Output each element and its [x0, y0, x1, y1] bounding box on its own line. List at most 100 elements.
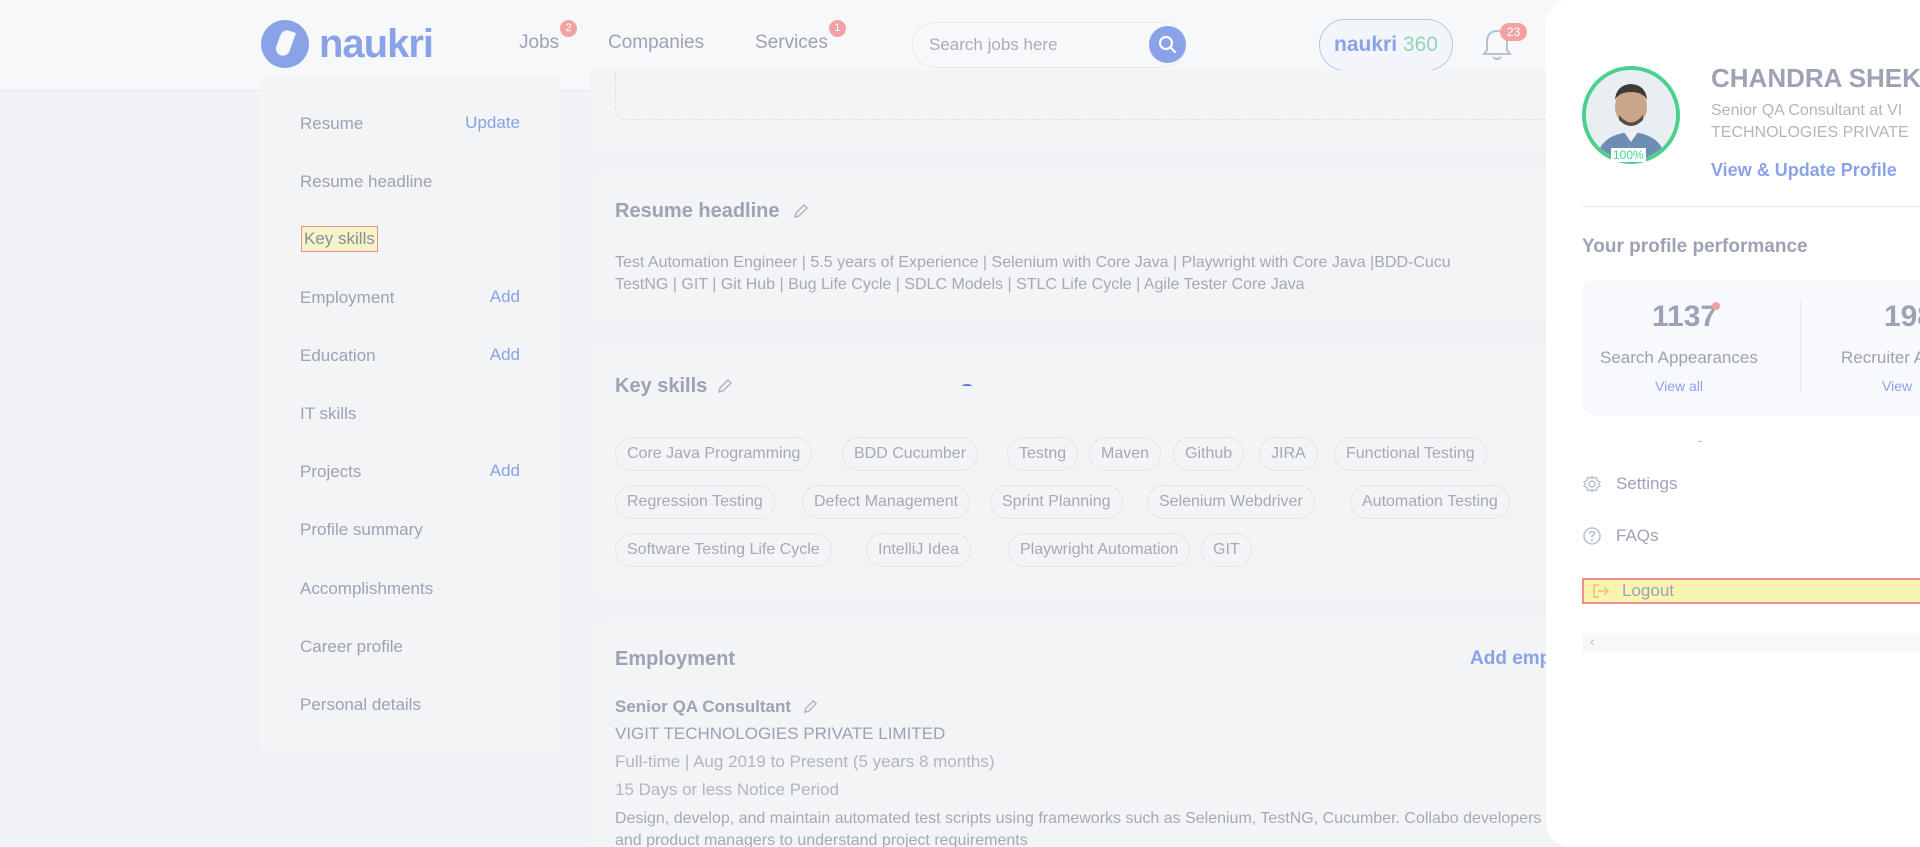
menu-settings-label: Settings: [1616, 474, 1678, 493]
edit-skills-pencil-icon[interactable]: [716, 377, 734, 395]
menu-faqs[interactable]: FAQs: [1582, 526, 1659, 546]
projects-add-link[interactable]: Add: [490, 461, 520, 481]
quick-link-personal-details[interactable]: Personal details: [300, 695, 421, 715]
loading-spinner-icon: [962, 384, 972, 388]
skill-chip[interactable]: JIRA: [1259, 437, 1318, 471]
user-designation-line2: TECHNOLOGIES PRIVATE: [1711, 124, 1909, 141]
naukri-logo[interactable]: naukri: [261, 20, 434, 68]
skill-chip[interactable]: Testng: [1007, 437, 1079, 471]
search-icon: [1158, 35, 1177, 54]
nav-services[interactable]: Services 1: [755, 20, 846, 54]
logout-icon: [1593, 584, 1610, 598]
search-appearances-view-all[interactable]: View all: [1655, 378, 1703, 394]
quick-link-accomplishments[interactable]: Accomplishments: [300, 579, 433, 599]
employment-title: Employment: [615, 648, 736, 670]
quick-link-career-profile[interactable]: Career profile: [300, 637, 403, 657]
profile-drawer: 100% CHANDRA SHEKH Senior QA Consultant …: [1546, 0, 1920, 847]
new-indicator-dot: [1712, 302, 1720, 310]
logo-text: naukri: [319, 21, 434, 66]
naukri-logo-icon: [261, 20, 309, 68]
quick-link-it-skills[interactable]: IT skills: [300, 404, 356, 424]
skill-chip[interactable]: Selenium Webdriver: [1147, 485, 1315, 519]
skill-chip[interactable]: GIT: [1201, 533, 1252, 567]
nav-companies[interactable]: Companies: [608, 32, 704, 54]
nav-services-label: Services: [755, 32, 828, 53]
skill-chip[interactable]: Playwright Automation: [1008, 533, 1191, 567]
employment-period: Full-time | Aug 2019 to Present (5 years…: [615, 752, 995, 771]
employment-notice: 15 Days or less Notice Period: [615, 780, 839, 799]
employment-description: Design, develop, and maintain automated …: [615, 810, 1542, 847]
profile-performance-title: Your profile performance: [1582, 236, 1808, 257]
user-name: CHANDRA SHEKH: [1711, 63, 1920, 93]
skill-chip[interactable]: IntelliJ Idea: [866, 533, 971, 567]
notification-badge: 23: [1500, 23, 1527, 41]
skill-chip[interactable]: Maven: [1089, 437, 1162, 471]
edit-headline-pencil-icon[interactable]: [792, 202, 810, 220]
employment-role: Senior QA Consultant: [615, 697, 791, 716]
edit-employment-pencil-icon[interactable]: [802, 698, 819, 715]
stat-separator: [1800, 300, 1801, 394]
skill-chip[interactable]: BDD Cucumber: [842, 437, 979, 471]
nav-jobs-badge: 2: [560, 20, 578, 37]
quick-link-education[interactable]: Education: [300, 346, 376, 366]
resume-headline-text: Test Automation Engineer | 5.5 years of …: [615, 254, 1451, 293]
quick-link-key-skills[interactable]: Key skills: [301, 226, 378, 252]
profile-photo-icon: [1586, 70, 1676, 160]
search-appearances-count: 1137: [1652, 300, 1718, 333]
skill-chip[interactable]: Regression Testing: [615, 485, 775, 519]
user-designation-line1: Senior QA Consultant at VI: [1711, 102, 1903, 119]
nav-jobs[interactable]: Jobs 2: [519, 20, 578, 54]
user-designation: Senior QA Consultant at VI TECHNOLOGIES …: [1711, 100, 1909, 144]
education-add-link[interactable]: Add: [490, 345, 520, 365]
skill-chip[interactable]: Automation Testing: [1350, 485, 1510, 519]
resume-drop-zone[interactable]: [615, 70, 1570, 120]
dash-separator: -: [1698, 432, 1703, 448]
search-button[interactable]: [1149, 26, 1186, 63]
n360-suffix: 360: [1402, 33, 1438, 56]
key-skills-card: Key skills Core Java Programming BDD Cuc…: [590, 345, 1590, 595]
nav-jobs-label: Jobs: [519, 32, 560, 53]
profile-completion-percent: 100%: [1611, 148, 1646, 162]
search-appearances-label: Search Appearances: [1600, 348, 1758, 367]
quick-links-panel: Resume Update Resume headline Key skills…: [260, 78, 560, 750]
resume-card: [590, 70, 1590, 150]
menu-faqs-label: FAQs: [1616, 526, 1659, 545]
nav-services-badge: 1: [828, 20, 846, 37]
scroll-left-arrow-icon[interactable]: ‹: [1590, 634, 1594, 649]
help-icon: [1583, 527, 1601, 545]
logout-button[interactable]: Logout: [1582, 578, 1920, 604]
quick-link-employment[interactable]: Employment: [300, 288, 394, 308]
view-update-profile-link[interactable]: View & Update Profile: [1711, 160, 1897, 181]
quick-link-resume-headline[interactable]: Resume headline: [300, 172, 432, 192]
skill-chip[interactable]: Sprint Planning: [990, 485, 1123, 519]
skill-chip[interactable]: Core Java Programming: [615, 437, 813, 471]
skill-chip[interactable]: Defect Management: [802, 485, 971, 519]
quick-link-profile-summary[interactable]: Profile summary: [300, 520, 423, 540]
resume-headline-title: Resume headline: [615, 200, 780, 222]
key-skills-title: Key skills: [615, 375, 708, 397]
menu-settings[interactable]: Settings: [1582, 474, 1677, 494]
recruiter-actions-label: Recruiter A: [1841, 348, 1920, 367]
search-input[interactable]: [929, 35, 1129, 55]
skill-chip[interactable]: Functional Testing: [1334, 437, 1487, 471]
gear-icon: [1583, 474, 1601, 494]
skill-chip[interactable]: Github: [1173, 437, 1245, 471]
search-box: [912, 22, 1186, 68]
add-employment-link[interactable]: Add emp: [1470, 648, 1551, 670]
naukri-360-button[interactable]: naukri 360: [1319, 19, 1453, 71]
profile-performance-box: 1137 Search Appearances View all 198 Rec…: [1582, 280, 1920, 415]
nav-companies-label: Companies: [608, 32, 705, 53]
resume-headline-card: Resume headline Test Automation Engineer…: [590, 172, 1590, 320]
resume-update-link[interactable]: Update: [465, 113, 520, 133]
n360-brand: naukri: [1334, 33, 1398, 56]
quick-link-resume[interactable]: Resume: [300, 114, 363, 134]
recruiter-actions-count: 198: [1884, 300, 1920, 333]
divider: [1582, 206, 1920, 207]
logout-label: Logout: [1622, 581, 1674, 600]
quick-link-projects[interactable]: Projects: [300, 462, 361, 482]
employment-company: VIGIT TECHNOLOGIES PRIVATE LIMITED: [615, 724, 946, 743]
employment-add-link[interactable]: Add: [490, 287, 520, 307]
skill-chip[interactable]: Software Testing Life Cycle: [615, 533, 832, 567]
recruiter-actions-view-link[interactable]: View: [1882, 378, 1912, 394]
horizontal-scrollbar[interactable]: ‹: [1582, 633, 1920, 653]
